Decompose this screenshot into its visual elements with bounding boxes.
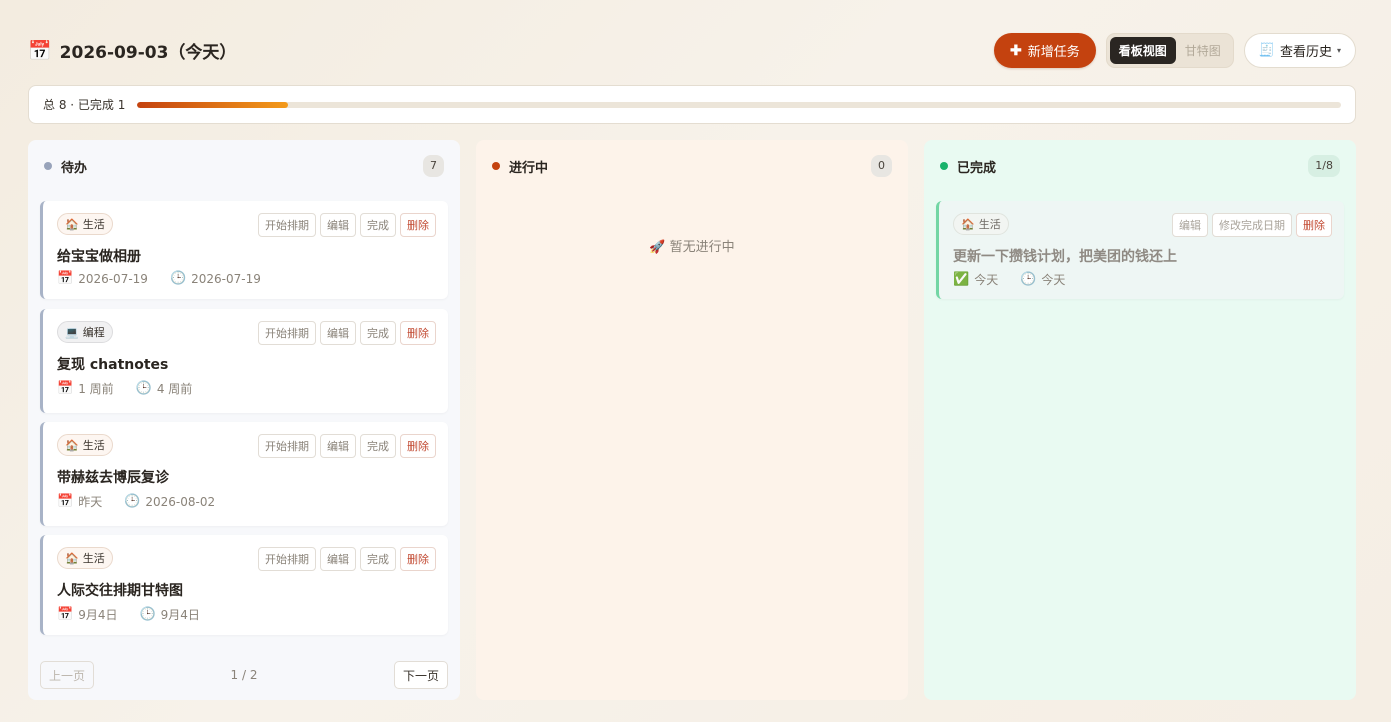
calendar-icon: 📅	[28, 39, 52, 62]
view-history-button[interactable]: 🧾 查看历史 ▾	[1243, 32, 1356, 68]
due-date: 1 周前	[78, 382, 114, 396]
edit-button[interactable]: 编辑	[320, 213, 356, 237]
prev-page-button[interactable]: 上一页	[40, 661, 95, 689]
category-tag: 🏠 生活	[57, 434, 113, 456]
todo-count-badge: 7	[423, 155, 444, 177]
edit-button[interactable]: 编辑	[320, 321, 356, 345]
category-tag: 🏠 生活	[57, 213, 113, 235]
view-toggle: 看板视图 甘特图	[1105, 32, 1234, 68]
column-done: 已完成 1/8 🏠 生活 编辑 修改完成日期 删除 更新一下攒钱计划，把美团的钱还…	[924, 140, 1356, 700]
task-title: 复现 chatnotes	[57, 357, 169, 373]
category-tag-label: 编程	[82, 326, 105, 339]
complete-button[interactable]: 完成	[360, 547, 396, 571]
created-date: 4 周前	[156, 382, 193, 396]
task-title: 带赫兹去博辰复诊	[57, 470, 169, 486]
change-completion-date-button[interactable]: 修改完成日期	[1212, 213, 1292, 237]
delete-button[interactable]: 删除	[400, 547, 436, 571]
clock-icon: 🕒	[135, 381, 152, 396]
complete-button[interactable]: 完成	[360, 434, 396, 458]
created-date: 2026-08-02	[145, 494, 216, 509]
pagination: 上一页 1 / 2 下一页	[40, 661, 448, 689]
done-count-badge: 1/8	[1308, 155, 1340, 177]
start-schedule-button[interactable]: 开始排期	[258, 547, 316, 571]
category-tag: 🏠 生活	[953, 213, 1009, 235]
plus-icon: ✚	[1010, 41, 1022, 58]
calendar-icon: 📅	[57, 381, 74, 396]
house-icon: 🏠	[961, 217, 975, 231]
task-title: 人际交往排期甘特图	[57, 583, 183, 599]
edit-button[interactable]: 编辑	[1172, 213, 1208, 237]
date-title: 📅 2026-09-03（今天）	[28, 38, 236, 63]
task-card[interactable]: 💻 编程 开始排期 编辑 完成 删除 复现 chatnotes 📅 1 周前 🕒 4 …	[40, 309, 448, 413]
column-title-in-progress: 进行中	[509, 160, 549, 176]
completed-date: 今天	[974, 273, 999, 287]
task-card[interactable]: 🏠 生活 开始排期 编辑 完成 删除 给宝宝做相册 📅 2026-07-19 🕒 20…	[40, 201, 448, 299]
column-in-progress: 进行中 0 🚀 暂无进行中	[476, 140, 908, 700]
due-date: 9月4日	[78, 608, 118, 622]
category-tag-label: 生活	[82, 439, 105, 452]
column-title-todo: 待办	[61, 160, 88, 176]
chevron-down-icon: ▾	[1336, 45, 1341, 55]
task-card[interactable]: 🏠 生活 开始排期 编辑 完成 删除 人际交往排期甘特图 📅 9月4日 🕒 9月4日	[40, 535, 448, 635]
in-progress-count-badge: 0	[871, 155, 892, 177]
created-date: 9月4日	[160, 608, 200, 622]
clock-icon: 🕒	[124, 494, 141, 509]
start-schedule-button[interactable]: 开始排期	[258, 434, 316, 458]
date-title-text: 2026-09-03（今天）	[59, 42, 237, 63]
tab-gantt-view[interactable]: 甘特图	[1176, 37, 1230, 64]
progress-fill	[137, 101, 288, 108]
history-icon: 🧾	[1258, 42, 1275, 57]
calendar-icon: 📅	[57, 271, 74, 286]
new-task-button[interactable]: ✚ 新增任务	[994, 32, 1096, 68]
empty-state-text: 🚀 暂无进行中	[649, 240, 735, 255]
task-title: 更新一下攒钱计划，把美团的钱还上	[953, 249, 1177, 265]
new-task-label: 新增任务	[1027, 43, 1080, 59]
created-date: 今天	[1041, 273, 1066, 287]
edit-button[interactable]: 编辑	[320, 434, 356, 458]
delete-button[interactable]: 删除	[400, 434, 436, 458]
task-card[interactable]: 🏠 生活 编辑 修改完成日期 删除 更新一下攒钱计划，把美团的钱还上 ✅ 今天 🕒 今…	[936, 201, 1344, 299]
category-tag: 💻 编程	[57, 321, 113, 343]
category-tag-label: 生活	[978, 218, 1001, 231]
next-page-button[interactable]: 下一页	[393, 661, 448, 689]
clock-icon: 🕒	[169, 271, 187, 286]
progress-summary: 总 8 · 已完成 1	[28, 85, 1356, 124]
due-date: 昨天	[78, 495, 103, 509]
column-todo: 待办 7 🏠 生活 开始排期 编辑 完成 删除 给宝宝做相册 📅 2026-07-1…	[28, 140, 460, 700]
clock-icon: 🕒	[139, 607, 156, 622]
category-tag-label: 生活	[82, 218, 105, 231]
laptop-icon: 💻	[65, 325, 79, 339]
house-icon: 🏠	[65, 217, 79, 231]
start-schedule-button[interactable]: 开始排期	[258, 213, 316, 237]
column-title-done: 已完成	[957, 160, 997, 176]
due-date: 2026-07-19	[78, 271, 148, 286]
task-title: 给宝宝做相册	[57, 249, 141, 265]
calendar-icon: 📅	[57, 607, 74, 622]
delete-button[interactable]: 删除	[1296, 213, 1332, 237]
progress-text: 总 8 · 已完成 1	[43, 98, 126, 112]
history-label: 查看历史	[1279, 43, 1332, 59]
top-header: 📅 2026-09-03（今天） ✚ 新增任务 看板视图 甘特图 🧾 查看历史 …	[28, 32, 1356, 68]
todo-status-dot	[44, 162, 52, 170]
house-icon: 🏠	[65, 551, 79, 565]
task-card[interactable]: 🏠 生活 开始排期 编辑 完成 删除 带赫兹去博辰复诊 📅 昨天 🕒 2026-08-…	[40, 422, 448, 526]
check-icon: ✅	[953, 272, 970, 287]
created-date: 2026-07-19	[191, 271, 261, 286]
clock-icon: 🕒	[1020, 272, 1037, 287]
in-progress-status-dot	[492, 162, 500, 170]
delete-button[interactable]: 删除	[400, 213, 436, 237]
category-tag: 🏠 生活	[57, 547, 113, 569]
start-schedule-button[interactable]: 开始排期	[258, 321, 316, 345]
calendar-icon: 📅	[57, 494, 74, 509]
complete-button[interactable]: 完成	[360, 321, 396, 345]
delete-button[interactable]: 删除	[400, 321, 436, 345]
category-tag-label: 生活	[82, 552, 105, 565]
house-icon: 🏠	[65, 438, 79, 452]
done-status-dot	[940, 162, 948, 170]
complete-button[interactable]: 完成	[360, 213, 396, 237]
progress-bar	[137, 101, 1341, 108]
page-indicator: 1 / 2	[230, 668, 258, 682]
tab-kanban-view[interactable]: 看板视图	[1109, 36, 1176, 64]
edit-button[interactable]: 编辑	[320, 547, 356, 571]
